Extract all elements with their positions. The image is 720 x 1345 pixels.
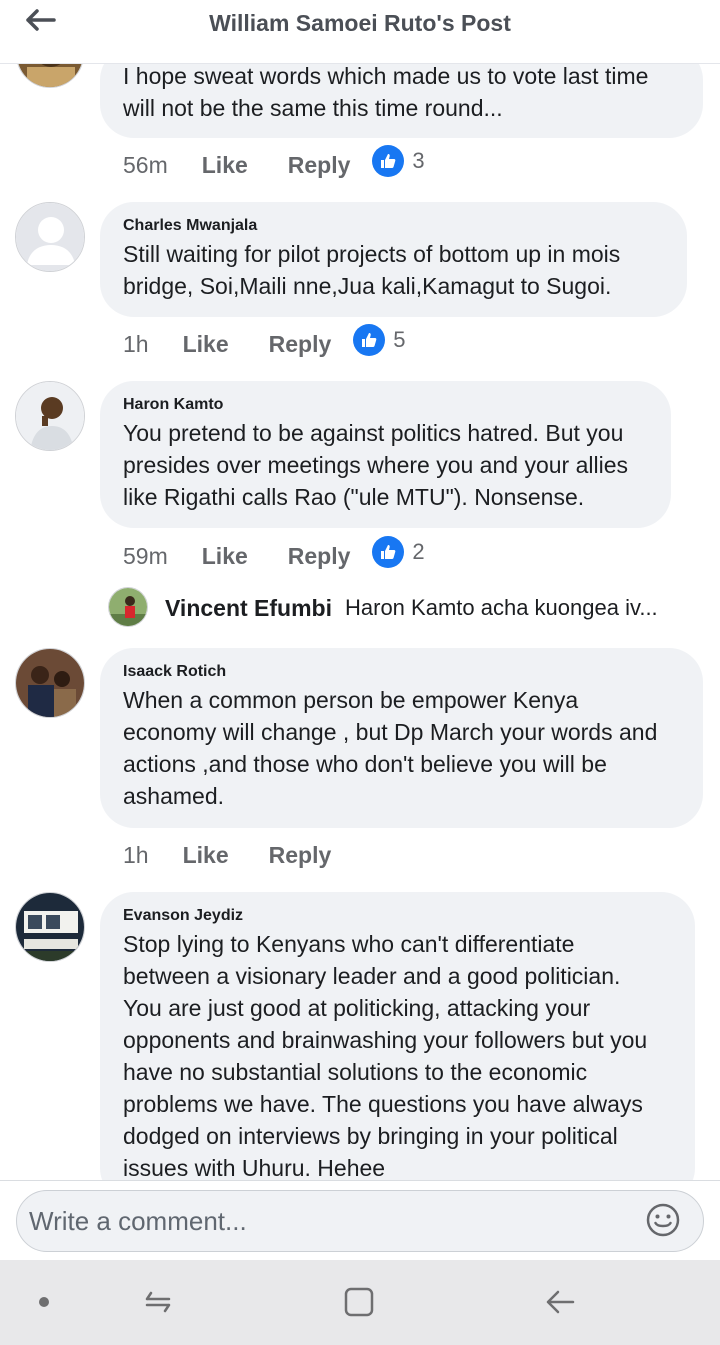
nav-back-icon[interactable]	[538, 1280, 582, 1324]
comment-bubble[interactable]: Evanson Jeydiz Stop lying to Kenyans who…	[100, 892, 695, 1180]
system-nav-bar	[0, 1260, 720, 1345]
commenter-avatar[interactable]	[15, 648, 85, 718]
commenter-avatar[interactable]	[15, 381, 85, 451]
page-title: William Samoei Ruto's Post	[209, 10, 511, 36]
reply-button[interactable]: Reply	[288, 543, 351, 570]
reply-button[interactable]: Reply	[269, 842, 332, 869]
comment-time: 59m	[123, 542, 168, 569]
like-button[interactable]: Like	[183, 842, 229, 869]
reaction-count: 2	[412, 539, 425, 564]
comment-author[interactable]: Evanson Jeydiz	[123, 906, 673, 926]
comment-bubble[interactable]: Charles Mwanjala Still waiting for pilot…	[100, 202, 687, 317]
comment-text: When a common person be empower Kenya ec…	[123, 687, 658, 809]
comment-actions: 59m Like Reply 2	[123, 536, 425, 573]
thumbs-up-icon	[372, 145, 405, 177]
dot-icon[interactable]	[22, 1280, 66, 1324]
comment-actions: 1h Like Reply	[123, 838, 371, 872]
comment-time: 1h	[123, 330, 149, 357]
reply-snippet: Haron Kamto acha kuongea iv...	[345, 595, 658, 620]
comment-bubble[interactable]: Haron Kamto You pretend to be against po…	[100, 381, 671, 528]
comment-text: Stop lying to Kenyans who can't differen…	[123, 931, 648, 1180]
home-square-icon[interactable]	[337, 1280, 381, 1324]
comments-feed[interactable]: I hope sweat words which made us to vote…	[0, 0, 720, 1180]
thumbs-up-icon	[353, 324, 386, 356]
comment-author[interactable]: Charles Mwanjala	[123, 216, 665, 236]
comment-input[interactable]	[16, 1190, 704, 1252]
thumbs-up-icon	[372, 536, 405, 568]
comment-text: I hope sweat words which made us to vote…	[123, 63, 649, 121]
comment-actions: 1h Like Reply 5	[123, 324, 406, 361]
comment-text: Still waiting for pilot projects of bott…	[123, 241, 621, 299]
post-header: William Samoei Ruto's Post	[0, 0, 720, 64]
reaction-summary[interactable]: 5	[353, 324, 406, 356]
commenter-avatar[interactable]	[15, 892, 85, 962]
like-button[interactable]: Like	[183, 331, 229, 358]
commenter-avatar[interactable]	[15, 202, 85, 272]
reply-author[interactable]: Vincent Efumbi	[165, 595, 332, 622]
comment-bubble[interactable]: Isaack Rotich When a common person be em…	[100, 648, 703, 828]
recents-icon[interactable]	[136, 1280, 180, 1324]
comment-time: 56m	[123, 151, 168, 178]
comment-author[interactable]: Haron Kamto	[123, 395, 649, 415]
like-button[interactable]: Like	[202, 152, 248, 179]
comment-text: You pretend to be against politics hatre…	[123, 420, 628, 510]
reaction-count: 3	[412, 148, 425, 173]
like-button[interactable]: Like	[202, 543, 248, 570]
reply-button[interactable]: Reply	[269, 331, 332, 358]
smiley-icon[interactable]	[645, 1202, 681, 1238]
reaction-count: 5	[393, 327, 406, 352]
comment-time: 1h	[123, 841, 149, 868]
reaction-summary[interactable]: 3	[372, 145, 425, 177]
reply-button[interactable]: Reply	[288, 152, 351, 179]
comment-composer	[0, 1180, 720, 1260]
reaction-summary[interactable]: 2	[372, 536, 425, 568]
comment-author[interactable]: Isaack Rotich	[123, 662, 681, 682]
comment-actions: 56m Like Reply 3	[123, 145, 425, 182]
reply-preview[interactable]: Vincent Efumbi Haron Kamto acha kuongea …	[108, 587, 708, 629]
